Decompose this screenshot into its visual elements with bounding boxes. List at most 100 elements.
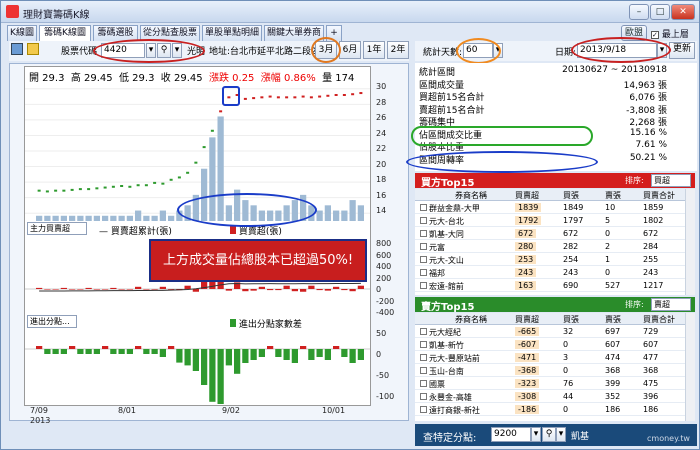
branch-search-icon[interactable]: ⚲ bbox=[542, 427, 556, 442]
stock-code-input[interactable]: 4420 bbox=[101, 43, 145, 58]
tab-single-detail[interactable]: 單股單點明細 bbox=[202, 25, 262, 41]
column-header[interactable]: 券商名稱 bbox=[455, 314, 487, 325]
table-row[interactable]: 元大-文山 253 254 1 255 bbox=[415, 254, 685, 266]
axis-tick: -50 bbox=[376, 371, 390, 380]
table-row[interactable]: 元大-台北 1792 1797 5 1802 bbox=[415, 215, 685, 227]
tab-chip-kline[interactable]: 籌碼K線圖 bbox=[39, 25, 91, 42]
refresh-button[interactable]: 更新 bbox=[669, 42, 695, 59]
branch-diff-bar bbox=[36, 346, 43, 349]
candle bbox=[120, 185, 124, 187]
tab-kline[interactable]: K線圖 bbox=[7, 25, 37, 41]
branch-diff-bar bbox=[225, 349, 232, 366]
sell-sort-select[interactable]: 賣超 bbox=[651, 298, 691, 311]
search-icon[interactable]: ⚲ bbox=[157, 43, 171, 58]
column-header[interactable]: 買賣合計 bbox=[643, 314, 675, 325]
net-buy-bar bbox=[341, 289, 348, 291]
row-checkbox[interactable] bbox=[420, 269, 427, 276]
search-dropdown[interactable]: ▾ bbox=[172, 43, 182, 58]
maximize-button[interactable]: □ bbox=[650, 4, 670, 20]
row-checkbox[interactable] bbox=[420, 341, 427, 348]
net-buy-bar bbox=[93, 289, 100, 290]
row-checkbox[interactable] bbox=[420, 230, 427, 237]
table-row[interactable]: 元大經紀 -665 32 697 729 bbox=[415, 326, 685, 338]
table-row[interactable]: 永豐金-高雄 -308 44 352 396 bbox=[415, 391, 685, 403]
row-checkbox[interactable] bbox=[420, 204, 427, 211]
column-header[interactable]: 賣張 bbox=[605, 190, 621, 201]
tab-key-broker[interactable]: 關鍵大單券商 bbox=[264, 25, 324, 41]
buy-sort-select[interactable]: 買超 bbox=[651, 174, 691, 187]
table-row[interactable]: 凱基-新竹 -607 0 607 607 bbox=[415, 339, 685, 351]
table-row[interactable]: 群益金鼎-大甲 1839 1849 10 1859 bbox=[415, 202, 685, 214]
period-3m[interactable]: 3月 bbox=[315, 41, 337, 59]
dock-button[interactable]: 歐盟 bbox=[621, 25, 647, 41]
volume-bar bbox=[52, 215, 59, 221]
period-6m[interactable]: 6月 bbox=[339, 41, 361, 59]
close-button[interactable]: ✕ bbox=[671, 4, 695, 20]
row-checkbox[interactable] bbox=[420, 354, 427, 361]
table-row[interactable]: 元大-豐原站前 -471 3 474 477 bbox=[415, 352, 685, 364]
table-row[interactable]: 福邦 243 243 0 243 bbox=[415, 267, 685, 279]
days-input[interactable]: 60 bbox=[463, 43, 493, 58]
days-dropdown[interactable]: ▾ bbox=[493, 43, 503, 58]
period-2y[interactable]: 2年 bbox=[387, 41, 409, 59]
table-row[interactable]: 玉山-台南 -368 0 368 368 bbox=[415, 365, 685, 377]
column-header[interactable]: 買張 bbox=[563, 190, 579, 201]
date-dropdown[interactable]: ▾ bbox=[657, 43, 667, 58]
row-checkbox[interactable] bbox=[420, 406, 427, 413]
volume-bar bbox=[333, 210, 340, 221]
net-buy-bar bbox=[300, 289, 307, 292]
table-row[interactable]: 宏遠-館前 163 690 527 1217 bbox=[415, 280, 685, 292]
folder-icon[interactable] bbox=[27, 43, 39, 55]
volume-bar bbox=[291, 200, 298, 221]
tab-chip-select[interactable]: 籌碼選股 bbox=[93, 25, 138, 41]
branch-search-dropdown[interactable]: ▾ bbox=[556, 427, 566, 442]
column-header[interactable]: 券商名稱 bbox=[455, 190, 487, 201]
row-checkbox[interactable] bbox=[420, 328, 427, 335]
table-row[interactable]: 元富 280 282 2 284 bbox=[415, 241, 685, 253]
column-header[interactable]: 買賣超 bbox=[515, 314, 539, 325]
branch-dropdown[interactable]: ▾ bbox=[531, 427, 541, 442]
branch-select[interactable]: 進出分點... bbox=[27, 315, 77, 328]
main-force-select[interactable]: 主力買賣超 bbox=[27, 222, 87, 235]
candle bbox=[103, 186, 107, 189]
table-cell: -368 bbox=[515, 366, 540, 375]
title-bar[interactable]: 理財寶籌碼K線 – □ ✕ bbox=[1, 1, 699, 23]
date-input[interactable]: 2013/9/18 bbox=[577, 43, 657, 58]
table-scrollbar[interactable] bbox=[685, 313, 695, 421]
row-checkbox[interactable] bbox=[420, 282, 427, 289]
column-header[interactable]: 賣張 bbox=[605, 314, 621, 325]
column-header[interactable]: 買賣合計 bbox=[643, 190, 675, 201]
period-1y[interactable]: 1年 bbox=[363, 41, 385, 59]
branch-code-input[interactable]: 9200 bbox=[491, 427, 531, 442]
row-checkbox[interactable] bbox=[420, 243, 427, 250]
code-dropdown[interactable]: ▾ bbox=[146, 43, 156, 58]
add-tab-button[interactable]: + bbox=[326, 25, 342, 41]
table-row[interactable]: 凱基-大同 672 672 0 672 bbox=[415, 228, 685, 240]
on-top-checkbox[interactable]: ✓ 最上層 bbox=[651, 27, 689, 40]
table-row[interactable]: 國票 -323 76 399 475 bbox=[415, 378, 685, 390]
column-header[interactable]: 買張 bbox=[563, 314, 579, 325]
candle bbox=[342, 94, 346, 96]
summary-value: 7.61 % bbox=[635, 140, 667, 150]
row-checkbox[interactable] bbox=[420, 393, 427, 400]
chart-icon[interactable] bbox=[11, 43, 23, 55]
net-buy-bar bbox=[250, 289, 257, 291]
column-header[interactable]: 買賣超 bbox=[515, 190, 539, 201]
row-checkbox[interactable] bbox=[420, 380, 427, 387]
table-cell: 399 bbox=[605, 379, 621, 388]
row-checkbox[interactable] bbox=[420, 217, 427, 224]
mid-legend-cum: — 買賣超累計(張) bbox=[99, 227, 172, 237]
volume-bar bbox=[349, 200, 356, 221]
net-buy-bar bbox=[291, 289, 298, 292]
table-scrollbar[interactable] bbox=[685, 189, 695, 295]
window-title: 理財寶籌碼K線 bbox=[23, 10, 90, 21]
summary-label: 買超前15名合計 bbox=[419, 93, 485, 103]
table-row[interactable]: 遠打商銀-新社 -186 0 186 186 bbox=[415, 404, 685, 416]
minimize-button[interactable]: – bbox=[629, 4, 649, 20]
row-checkbox[interactable] bbox=[420, 256, 427, 263]
tab-broker-query[interactable]: 從分點查股票 bbox=[140, 25, 200, 41]
table-cell: 284 bbox=[643, 242, 659, 251]
table-cell: 368 bbox=[605, 366, 621, 375]
row-checkbox[interactable] bbox=[420, 367, 427, 374]
table-cell: -186 bbox=[515, 405, 540, 414]
